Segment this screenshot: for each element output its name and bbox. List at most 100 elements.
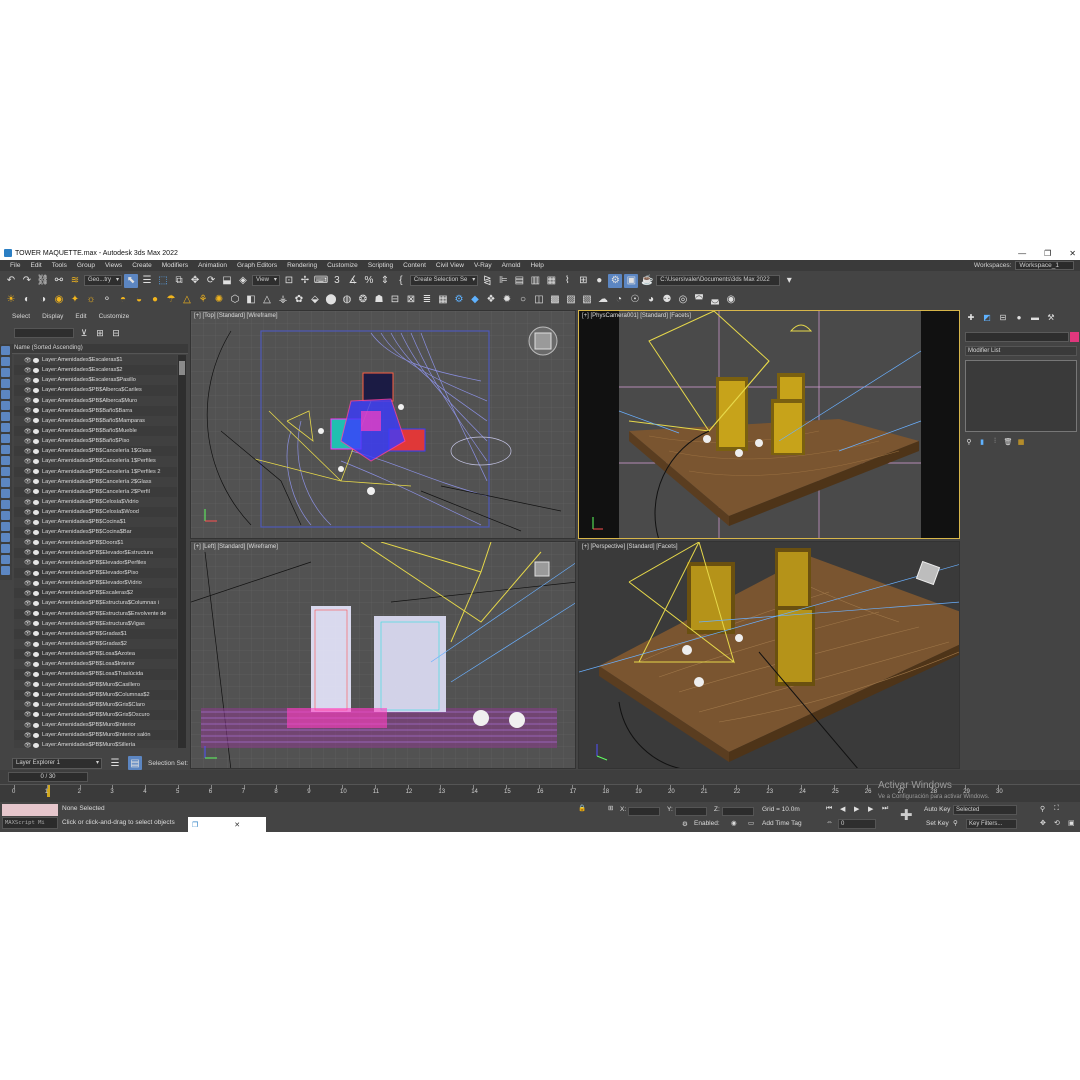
layer-row[interactable]: 👁 Layer:Amenidades$Escaleras$1 — [14, 355, 177, 366]
vray-light-icon[interactable]: ◉ — [52, 293, 66, 307]
ribbon-tool-icon[interactable] — [1, 522, 10, 531]
layer-row[interactable]: 👁 Layer:Amenidades$PB$Muro$Sillería — [14, 740, 177, 748]
add-time-tag[interactable]: Add Time Tag — [762, 820, 802, 827]
key-filter-icon[interactable]: ⚲ — [953, 819, 958, 827]
selection-set-icon[interactable]: ▤ — [128, 756, 142, 770]
layer-row[interactable]: 👁 Layer:Amenidades$PB$Elevador$Perfiles — [14, 557, 177, 568]
menu-item-content[interactable]: Content — [399, 262, 432, 269]
layer-row[interactable]: 👁 Layer:Amenidades$Escaleras$2 — [14, 365, 177, 375]
visibility-eye-icon[interactable]: 👁 — [24, 671, 32, 678]
visibility-eye-icon[interactable]: 👁 — [24, 529, 32, 536]
visibility-eye-icon[interactable]: 👁 — [24, 610, 32, 617]
ribbon-tool-icon[interactable] — [1, 511, 10, 520]
close-button[interactable]: ✕ — [1069, 249, 1076, 258]
selection-set-key-dropdown[interactable]: Selected — [953, 805, 1017, 815]
menu-item-customize[interactable]: Customize — [323, 262, 364, 269]
vray-sphere-icon[interactable]: ◒ — [132, 293, 146, 307]
make-unique-icon[interactable]: ⫶ — [991, 438, 999, 446]
curve-editor-icon[interactable]: ⌇ — [560, 274, 574, 288]
visibility-eye-icon[interactable]: 👁 — [24, 732, 32, 739]
layers-icon[interactable]: ☰ — [108, 756, 122, 770]
visibility-eye-icon[interactable]: 👁 — [24, 407, 32, 414]
render-toggle-icon[interactable] — [33, 519, 39, 525]
ribbon-tool-icon[interactable] — [1, 533, 10, 542]
modifier-stack[interactable] — [965, 360, 1077, 432]
angle-snap-icon[interactable]: ∡ — [346, 274, 360, 288]
viewport-left[interactable]: [+] [Left] [Standard] [Wireframe] — [190, 541, 576, 769]
vray-mesh-light-icon[interactable]: △ — [180, 293, 194, 307]
place-icon[interactable]: ◈ — [236, 274, 250, 288]
visibility-eye-icon[interactable]: 👁 — [24, 468, 32, 475]
render-toggle-icon[interactable] — [33, 621, 39, 627]
ribbon-tool-icon[interactable] — [1, 544, 10, 553]
menu-item-help[interactable]: Help — [526, 262, 549, 269]
enabled-toggle-icon[interactable]: ◉ — [731, 819, 737, 827]
arnold-aov-icon[interactable]: ▧ — [580, 293, 594, 307]
render-toggle-icon[interactable] — [33, 448, 39, 454]
layer-row[interactable]: 👁 Layer:Amenidades$PB$Celosía$Vidrio — [14, 496, 177, 508]
visibility-eye-icon[interactable]: 👁 — [24, 417, 32, 424]
explorer-search-input[interactable] — [14, 328, 74, 338]
pivot-icon[interactable]: ⊡ — [282, 274, 296, 288]
layer-row[interactable]: 👁 Layer:Amenidades$PB$Alberca$Cariles — [14, 385, 177, 395]
vray-ipr-icon[interactable]: ◑ — [36, 293, 50, 307]
visibility-eye-icon[interactable]: 👁 — [24, 681, 32, 688]
visibility-eye-icon[interactable]: 👁 — [24, 458, 32, 465]
vray-clipper-icon[interactable]: ◧ — [244, 293, 258, 307]
vray-convert-icon[interactable]: ⊠ — [404, 293, 418, 307]
arnold-stats-icon[interactable]: ◛ — [708, 293, 722, 307]
visibility-eye-icon[interactable]: 👁 — [24, 428, 32, 435]
arnold-ipr-icon[interactable]: ☁ — [596, 293, 610, 307]
bind-spacewarp-icon[interactable]: ≋ — [68, 274, 82, 288]
render-toggle-icon[interactable] — [33, 428, 39, 434]
visibility-eye-icon[interactable]: 👁 — [24, 641, 32, 648]
arnold-tx-icon[interactable]: ⚉ — [660, 293, 674, 307]
y-coord-input[interactable] — [675, 807, 707, 816]
select-by-name-icon[interactable]: ☰ — [140, 274, 154, 288]
menu-item-views[interactable]: Views — [101, 262, 128, 269]
vray-sphere-material-icon[interactable]: ⬤ — [324, 293, 338, 307]
toggle-ribbon-icon[interactable]: ▦ — [544, 274, 558, 288]
vray-frame-icon[interactable]: ◐ — [20, 293, 34, 307]
render-toggle-icon[interactable] — [33, 479, 39, 485]
set-key-button[interactable]: Set Key — [926, 820, 949, 827]
time-tag-lock-icon[interactable]: ▭ — [748, 819, 754, 827]
viewport-perspective-label[interactable]: [+] [Perspective] [Standard] [Facets] — [582, 544, 678, 550]
z-coord-input[interactable] — [722, 807, 754, 816]
visibility-eye-icon[interactable]: 👁 — [24, 549, 32, 556]
layer-row[interactable]: 👁 Layer:Amenidades$PB$Cocina$1 — [14, 517, 177, 528]
render-toggle-icon[interactable] — [33, 458, 39, 464]
schematic-view-icon[interactable]: ⊞ — [576, 274, 590, 288]
layer-row[interactable]: 👁 Layer:Amenidades$PB$Cancelería 1$Perfil… — [14, 467, 177, 477]
selection-filter-dropdown[interactable]: Geo...try — [84, 275, 123, 286]
visibility-eye-icon[interactable]: 👁 — [24, 438, 32, 445]
pin-stack-icon[interactable]: ⚲ — [965, 438, 973, 446]
layer-row[interactable]: 👁 Layer:Amenidades$PB$Celosía$Wood — [14, 507, 177, 517]
layer-row[interactable]: 👁 Layer:Amenidades$PB$Muro$Interior — [14, 720, 177, 731]
arnold-eye-icon[interactable]: ◉ — [724, 293, 738, 307]
vray-fur-icon[interactable]: ⚘ — [196, 293, 210, 307]
rotate-icon[interactable]: ⟳ — [204, 274, 218, 288]
absolute-mode-icon[interactable]: ⊞ — [608, 804, 613, 812]
vray-scatter-icon[interactable]: ⚶ — [276, 293, 290, 307]
visibility-eye-icon[interactable]: 👁 — [24, 499, 32, 506]
render-toggle-icon[interactable] — [33, 560, 39, 566]
maxscript-mini-listener[interactable]: MAXScript Mi — [2, 817, 58, 829]
explorer-menu-customize[interactable]: Customize — [99, 313, 130, 320]
previous-frame-icon[interactable]: ◀ — [840, 805, 848, 813]
redo-icon[interactable]: ↷ — [20, 274, 34, 288]
vray-ies-icon[interactable]: ✦ — [68, 293, 82, 307]
render-setup-icon[interactable]: ⚙ — [608, 273, 623, 288]
vray-star-icon[interactable]: ✺ — [212, 293, 226, 307]
motion-tab-icon[interactable]: ● — [1014, 312, 1024, 322]
vray-umbrella-icon[interactable]: ☂ — [164, 293, 178, 307]
visibility-eye-icon[interactable]: 👁 — [24, 377, 32, 384]
layer-row[interactable]: 👁 Layer:Amenidades$PB$Cancelería 2$Perfil — [14, 487, 177, 497]
named-selection-dropdown[interactable]: Create Selection Se — [409, 275, 479, 286]
arnold-log-icon[interactable]: ◚ — [692, 293, 706, 307]
menu-item-group[interactable]: Group — [73, 262, 101, 269]
render-toggle-icon[interactable] — [33, 408, 39, 414]
vray-bake-icon[interactable]: ☗ — [372, 293, 386, 307]
vray-mtl-wrapper-icon[interactable]: ❂ — [356, 293, 370, 307]
ribbon-tool-icon[interactable] — [1, 445, 10, 454]
